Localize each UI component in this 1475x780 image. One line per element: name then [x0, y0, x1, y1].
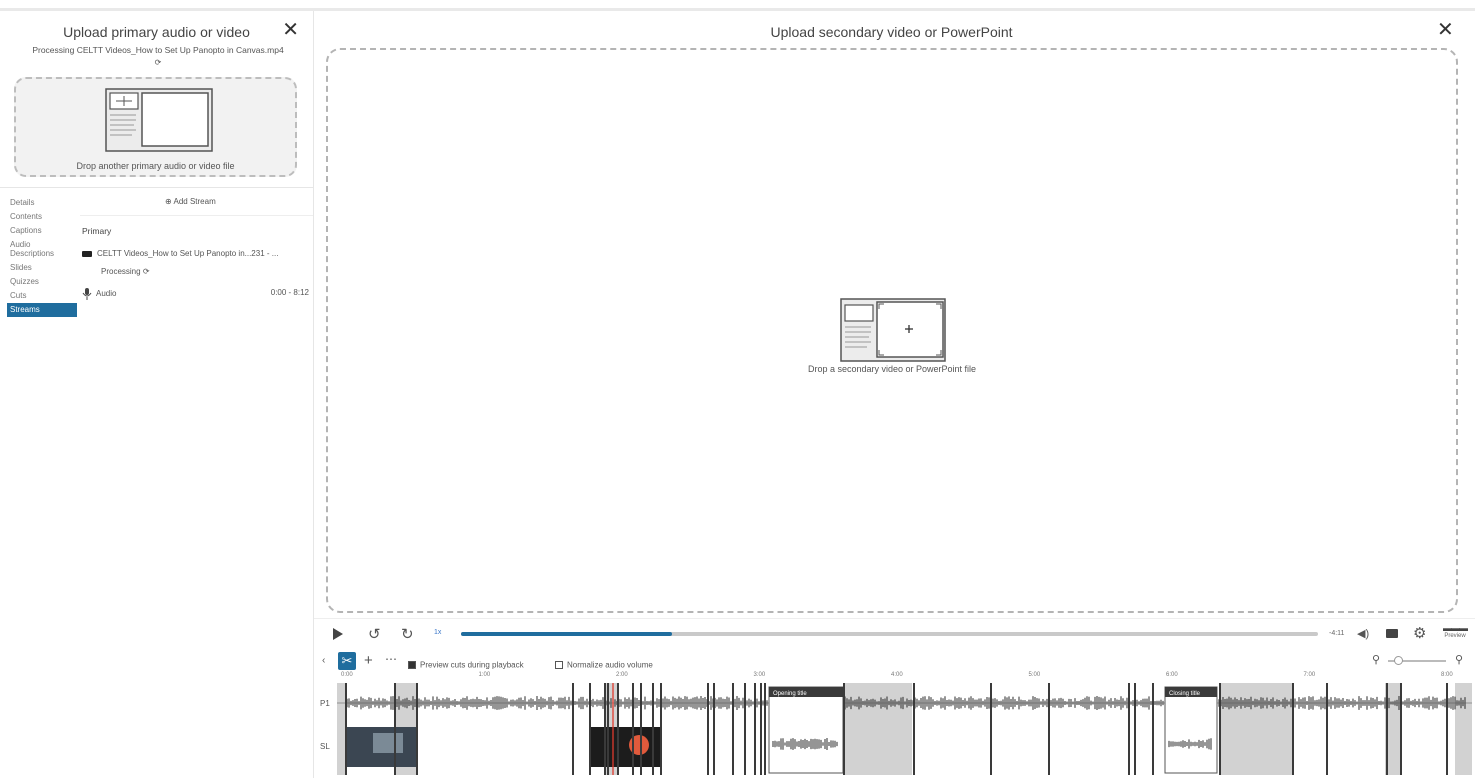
ruler-tick-label: 5:00 — [1028, 672, 1041, 678]
ruler-tick-label: 2:00 — [616, 672, 628, 678]
more-options-icon[interactable]: ⋯ — [385, 652, 397, 666]
stream-audio-name: Audio — [96, 289, 117, 299]
cut-region — [337, 683, 345, 775]
nav-item-audio-descriptions[interactable]: Audio Descriptions — [7, 238, 77, 261]
preview-layout-button[interactable]: ▬▬▬ Preview — [1440, 623, 1470, 639]
primary-drop-zone[interactable]: Drop another primary audio or video file — [14, 77, 297, 177]
ruler-tick-label: 7:00 — [1303, 672, 1316, 678]
remaining-time: -4:11 — [1329, 630, 1345, 637]
close-icon[interactable]: ✕ — [1437, 20, 1454, 40]
zoom-out-icon[interactable]: ⚲ — [1372, 653, 1380, 666]
preview-cuts-checkbox[interactable] — [408, 660, 416, 669]
nav-item-captions[interactable]: Captions — [7, 224, 77, 238]
playback-speed[interactable]: 1x — [434, 629, 441, 636]
ruler-tick-label: 0:00 — [341, 672, 353, 678]
clip-title-label: Closing title — [1169, 691, 1201, 697]
editor-player: ↺ ↻ 1x -4:11 ◀) ⚙ ▬▬▬ Preview ‹ ✂ + ⋯ Pr… — [314, 618, 1475, 779]
primary-upload-title: Upload primary audio or video — [63, 24, 250, 40]
stream-video-name: CELTT Videos_How to Set Up Panopto in...… — [97, 249, 279, 258]
nav-item-quizzes[interactable]: Quizzes — [7, 275, 77, 289]
nav-item-details[interactable]: Details — [7, 196, 77, 210]
cut-region — [845, 683, 912, 775]
editor-nav: Details Contents Captions Audio Descript… — [7, 196, 77, 317]
nav-item-streams[interactable]: Streams — [7, 303, 77, 317]
slide-thumbnail-screen — [373, 733, 403, 753]
stream-video-status: Processing ⟳ — [101, 267, 201, 276]
divider — [0, 187, 313, 188]
timeline-ruler: 0:00 1:00 2:00 3:00 4:00 5:00 6:00 7:00 8:00 — [337, 672, 1472, 683]
stream-status-text: Processing — [101, 267, 141, 276]
zoom-in-icon[interactable]: ⚲ — [1455, 653, 1463, 666]
ruler-tick-label: 3:00 — [753, 672, 766, 678]
processing-status: Processing CELTT Videos_How to Set Up Pa… — [28, 44, 288, 69]
upload-slides-icon — [840, 298, 946, 362]
stream-audio-row[interactable]: Audio 0:00 - 8:12 — [82, 288, 312, 300]
clip-title-label: Opening title — [773, 691, 807, 697]
volume-icon[interactable]: ◀) — [1357, 627, 1369, 640]
clip-opening — [768, 686, 844, 774]
spinner-icon: ⟳ — [154, 58, 162, 67]
stream-video-row[interactable]: CELTT Videos_How to Set Up Panopto in...… — [82, 249, 312, 258]
zoom-slider-handle[interactable] — [1394, 656, 1403, 665]
ruler-tick-label: 6:00 — [1166, 672, 1178, 678]
clip-closing — [1164, 686, 1218, 774]
primary-heading: Primary — [82, 226, 112, 236]
normalize-audio-label: Normalize audio volume — [567, 660, 653, 670]
stream-audio-time: 0:00 - 8:12 — [270, 288, 309, 297]
timeline-toolbar: ‹ ✂ + ⋯ Preview cuts during playback Nor… — [314, 651, 1475, 671]
seek-bar-progress — [461, 632, 672, 636]
add-stream-label: Add Stream — [173, 197, 216, 206]
zoom-slider[interactable] — [1388, 656, 1446, 665]
video-camera-icon — [82, 250, 92, 257]
track-label-p1: P1 — [320, 699, 330, 708]
add-circle-icon: ⊕ — [165, 197, 172, 206]
cut-region — [1455, 683, 1472, 775]
slide-thumbnail — [591, 727, 661, 767]
secondary-drop-zone[interactable]: Drop a secondary video or PowerPoint fil… — [326, 48, 1458, 613]
settings-gear-icon[interactable]: ⚙ — [1413, 624, 1426, 642]
ruler-tick-label: 1:00 — [478, 672, 491, 678]
ruler-tick-label: 8:00 — [1441, 672, 1453, 678]
seek-bar[interactable] — [461, 632, 1318, 636]
primary-upload-header: Upload primary audio or video ✕ Processi… — [0, 11, 313, 187]
close-icon[interactable]: ✕ — [282, 20, 299, 40]
cut-region — [1221, 683, 1292, 775]
spinner-icon: ⟳ — [142, 267, 150, 276]
processing-text: Processing CELTT Videos_How to Set Up Pa… — [32, 45, 284, 55]
add-stream-button[interactable]: ⊕ Add Stream — [165, 197, 216, 206]
divider — [80, 215, 313, 216]
nav-item-slides[interactable]: Slides — [7, 261, 77, 275]
secondary-upload-title: Upload secondary video or PowerPoint — [770, 24, 1013, 40]
ruler-tick-label: 4:00 — [891, 672, 903, 678]
primary-drop-label: Drop another primary audio or video file — [76, 161, 235, 171]
nav-item-contents[interactable]: Contents — [7, 210, 77, 224]
add-icon[interactable]: + — [364, 652, 373, 669]
preview-label: Preview — [1444, 633, 1466, 639]
timeline-canvas: Opening title Closing title — [337, 683, 1472, 775]
cut-tool-icon[interactable]: ✂ — [338, 652, 356, 670]
timeline-tracks[interactable]: Opening title Closing title — [337, 683, 1472, 775]
rewind-10-icon[interactable]: ↺ — [368, 625, 381, 643]
captions-icon[interactable] — [1386, 629, 1398, 638]
collapse-chevron-icon[interactable]: ‹ — [322, 655, 325, 666]
play-icon[interactable] — [332, 628, 344, 640]
forward-10-icon[interactable]: ↻ — [401, 625, 414, 643]
preview-cuts-label: Preview cuts during playback — [420, 660, 524, 670]
track-label-sl: SL — [320, 742, 330, 751]
left-panel: Upload primary audio or video ✕ Processi… — [0, 11, 313, 778]
microphone-icon — [82, 288, 92, 300]
normalize-audio-checkbox[interactable] — [555, 660, 563, 669]
nav-item-cuts[interactable]: Cuts — [7, 289, 77, 303]
layout-icon: ▬▬▬ — [1443, 623, 1468, 633]
upload-video-icon — [105, 88, 213, 152]
secondary-drop-label: Drop a secondary video or PowerPoint fil… — [807, 364, 977, 374]
